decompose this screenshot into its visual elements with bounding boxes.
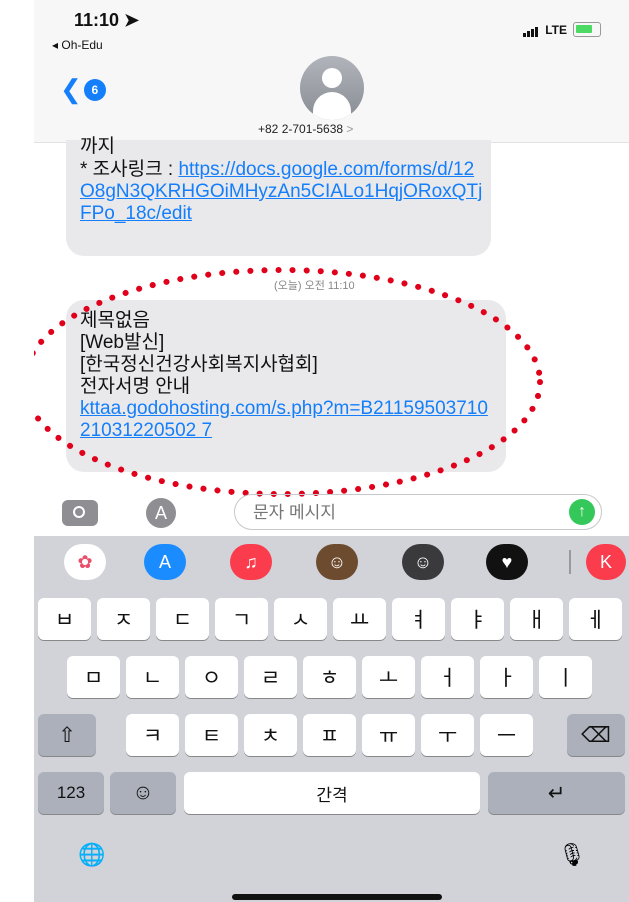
message-input[interactable] xyxy=(251,501,555,525)
message-text: * 조사링크 : https://docs.google.com/forms/d… xyxy=(80,159,485,225)
key-3[interactable]: ㅊ xyxy=(244,714,297,756)
key-9[interactable]: ㅣ xyxy=(539,656,592,698)
key-9[interactable]: ㅐ xyxy=(510,598,563,640)
keyboard-row-3: ⇧ ⌫ ㅋㅌㅊㅍㅠㅜㅡ xyxy=(34,714,629,758)
conversation-header: ❮ 6 +82 2-701-5638 > xyxy=(34,56,629,143)
return-key[interactable]: ↵ xyxy=(488,772,625,814)
app-store-app-icon[interactable]: A xyxy=(144,544,186,580)
key-5[interactable]: ㅎ xyxy=(303,656,356,698)
network-label: LTE xyxy=(545,22,567,37)
signal-indicator: LTE xyxy=(523,22,601,37)
app-store-icon[interactable]: A xyxy=(146,498,176,528)
korean-keyboard: ✿ A ♫ ☺ ☺ ♥ K ㅂㅈㄷㄱㅅㅛㅕㅑㅐㅔ ㅁㄴㅇㄹㅎㅗㅓㅏㅣ ⇧ ⌫ ㅋ… xyxy=(34,536,629,902)
digital-touch-icon[interactable]: ♥ xyxy=(486,544,528,580)
message-bubble-received[interactable]: 제목없음 [Web발신] [한국정신건강사회복지사협회] 전자서명 안내 ktt… xyxy=(66,300,506,472)
contact-number-text: +82 2-701-5638 xyxy=(258,122,344,136)
home-indicator[interactable] xyxy=(232,894,442,900)
key-4[interactable]: ㅍ xyxy=(303,714,356,756)
back-to-app-link[interactable]: ◂ Oh-Edu xyxy=(52,38,103,52)
numbers-key[interactable]: 123 xyxy=(38,772,104,814)
unread-badge: 6 xyxy=(83,78,106,101)
drawer-divider xyxy=(569,550,571,574)
signal-bars-icon xyxy=(523,23,539,37)
keyboard-bottom-bar: 🌐 🎙 xyxy=(34,828,629,902)
message-line: 제목없음 xyxy=(80,310,150,331)
key-3[interactable]: ㅇ xyxy=(185,656,238,698)
message-line: 전자서명 안내 xyxy=(80,376,191,397)
key-7[interactable]: ㅡ xyxy=(480,714,533,756)
emoji-key[interactable]: ☺ xyxy=(110,772,176,814)
key-8[interactable]: ㅏ xyxy=(480,656,533,698)
key-2[interactable]: ㅈ xyxy=(97,598,150,640)
send-arrow-icon[interactable]: ↑ xyxy=(569,499,595,525)
space-key[interactable]: 간격 xyxy=(184,772,480,814)
contact-avatar[interactable] xyxy=(300,56,364,120)
key-7[interactable]: ㅓ xyxy=(421,656,474,698)
key-3[interactable]: ㄷ xyxy=(156,598,209,640)
memoji-sticker-icon[interactable]: ☺ xyxy=(316,544,358,580)
keyboard-row-2: ㅁㄴㅇㄹㅎㅗㅓㅏㅣ xyxy=(34,656,629,700)
person-icon-body xyxy=(313,92,351,120)
delete-key[interactable]: ⌫ xyxy=(567,714,625,756)
message-text: 제목없음 [Web발신] [한국정신건강사회복지사협회] 전자서명 안내 ktt… xyxy=(80,310,490,442)
battery-icon xyxy=(573,22,601,37)
key-6[interactable]: ㅗ xyxy=(362,656,415,698)
status-bar: 11:10 ➤ ◂ Oh-Edu LTE xyxy=(34,0,629,60)
memoji-icon[interactable]: ☺ xyxy=(402,544,444,580)
contact-number[interactable]: +82 2-701-5638 > xyxy=(258,122,353,136)
phone-screen: 11:10 ➤ ◂ Oh-Edu LTE ❮ 6 +82 2-701-5638 … xyxy=(34,0,629,902)
key-5[interactable]: ㅅ xyxy=(274,598,327,640)
chevron-left-icon: ❮ xyxy=(60,74,82,104)
message-input-field[interactable]: ↑ xyxy=(234,494,602,530)
keyboard-row-4: 123 ☺ 간격 ↵ xyxy=(34,772,629,816)
shift-key[interactable]: ⇧ xyxy=(38,714,96,756)
key-6[interactable]: ㅛ xyxy=(333,598,386,640)
person-icon xyxy=(322,68,342,88)
key-7[interactable]: ㅕ xyxy=(392,598,445,640)
microphone-icon[interactable]: 🎙 xyxy=(558,842,586,868)
back-button[interactable]: ❮ 6 xyxy=(60,74,106,105)
key-1[interactable]: ㅂ xyxy=(38,598,91,640)
key-10[interactable]: ㅔ xyxy=(569,598,622,640)
key-4[interactable]: ㄹ xyxy=(244,656,297,698)
photos-app-icon[interactable]: ✿ xyxy=(64,544,106,580)
message-line: [한국정신건강사회복지사협회] xyxy=(80,354,318,375)
globe-icon[interactable]: 🌐 xyxy=(78,842,105,868)
message-cut-text: 까지 xyxy=(80,136,115,157)
key-2[interactable]: ㄴ xyxy=(126,656,179,698)
chevron-right-icon: > xyxy=(346,122,354,136)
message-timestamp: (오늘) 오전 11:10 xyxy=(274,280,355,292)
message-line: [Web발신] xyxy=(80,332,165,353)
key-1[interactable]: ㅋ xyxy=(126,714,179,756)
key-5[interactable]: ㅠ xyxy=(362,714,415,756)
compose-bar: A ↑ xyxy=(34,488,629,536)
keyboard-row-1: ㅂㅈㄷㄱㅅㅛㅕㅑㅐㅔ xyxy=(34,598,629,642)
message-bubble-received[interactable]: 까지 * 조사링크 : https://docs.google.com/form… xyxy=(66,136,491,256)
key-6[interactable]: ㅜ xyxy=(421,714,474,756)
key-4[interactable]: ㄱ xyxy=(215,598,268,640)
more-apps-icon[interactable]: K xyxy=(586,544,626,580)
key-8[interactable]: ㅑ xyxy=(451,598,504,640)
music-app-icon[interactable]: ♫ xyxy=(230,544,272,580)
camera-icon[interactable] xyxy=(62,500,98,526)
esign-link[interactable]: kttaa.godohosting.com/s.php?m=B211595037… xyxy=(80,398,488,441)
key-1[interactable]: ㅁ xyxy=(67,656,120,698)
status-time: 11:10 ➤ xyxy=(74,10,140,30)
app-drawer: ✿ A ♫ ☺ ☺ ♥ K xyxy=(34,536,629,586)
key-2[interactable]: ㅌ xyxy=(185,714,238,756)
message-label: * 조사링크 : xyxy=(80,159,179,180)
